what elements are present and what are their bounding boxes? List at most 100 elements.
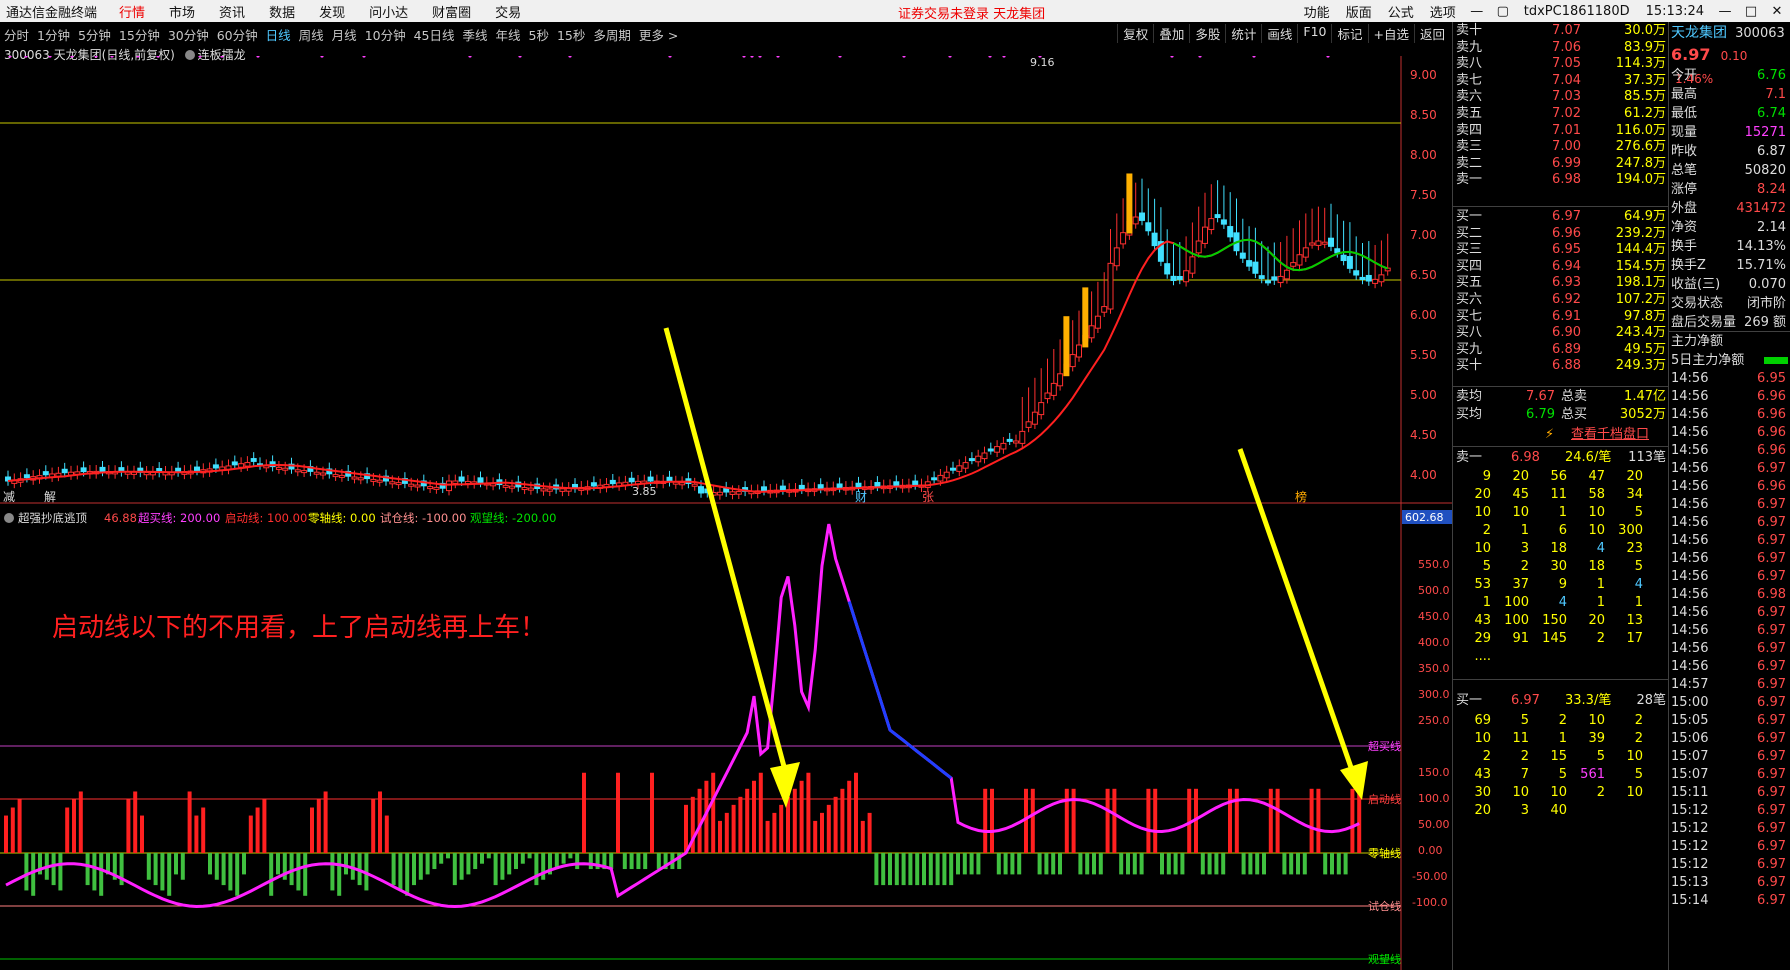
menu-banmian[interactable]: 版面 [1338,2,1380,21]
menu-zixun[interactable]: 资讯 [207,2,257,21]
candle-body [647,476,654,482]
fuquan-button[interactable]: 复权 [1117,24,1153,43]
period-daily[interactable]: 日线 [262,25,295,44]
view-depth-button[interactable]: 查看千档盘口 [1571,426,1649,444]
buy-level-row[interactable]: 买二 6.96 239.2万 [1453,225,1669,243]
buy-level-row[interactable]: 买九 6.89 49.5万 [1453,341,1669,359]
candle-body [1031,411,1038,425]
minimize-icon[interactable]: — [1464,4,1490,19]
period-quarter[interactable]: 季线 [459,25,492,44]
level-volume: 194.0万 [1615,172,1666,188]
buy-level-row[interactable]: 买七 6.91 97.8万 [1453,308,1669,326]
buy-level-row[interactable]: 买十 6.88 249.3万 [1453,357,1669,375]
arrow-line [663,327,789,775]
tick-price: 6.97 [1757,767,1786,782]
histogram-bar [1180,853,1185,875]
back-button[interactable]: 返回 [1413,24,1450,43]
sell-level-row[interactable]: 卖六 7.03 85.5万 [1453,88,1669,106]
period-30min[interactable]: 30分钟 [164,25,213,44]
histogram-bar [582,772,586,853]
period-15min[interactable]: 15分钟 [115,25,164,44]
sell-level-row[interactable]: 卖四 7.01 116.0万 [1453,122,1669,140]
restore-icon[interactable]: ▢ [1490,4,1516,19]
overlay-button[interactable]: 叠加 [1153,24,1189,43]
menu-gongneng[interactable]: 功能 [1296,2,1338,21]
f10-button[interactable]: F10 [1297,24,1331,43]
period-60min[interactable]: 60分钟 [213,25,262,44]
buy-level-row[interactable]: 买三 6.95 144.4万 [1453,241,1669,259]
menu-shichang[interactable]: 市场 [157,2,207,21]
level-volume: 83.9万 [1624,39,1666,55]
period-5s[interactable]: 5秒 [525,25,553,44]
menu-wenxiaoda[interactable]: 问小达 [357,2,420,21]
sell-level-row[interactable]: 卖八 7.05 114.3万 [1453,55,1669,73]
candle-body [540,488,547,492]
window-maximize-icon[interactable]: □ [1738,4,1764,19]
histogram-bar [1132,853,1137,875]
tick-row: 15:13 6.97 [1669,874,1790,892]
histogram-bar [833,796,838,853]
sell-level-row[interactable]: 卖十 7.07 30.0万 [1453,22,1669,40]
level-price: 7.05 [1552,56,1581,72]
period-monthly[interactable]: 月线 [328,25,361,44]
tick-price: 6.97 [1757,605,1786,620]
buy-level-row[interactable]: 买八 6.90 243.4万 [1453,324,1669,342]
menu-shuju[interactable]: 数据 [257,2,307,21]
multi-stock-button[interactable]: 多股 [1189,24,1225,43]
price-header: 6.97 0.10 1.46% [1669,44,1790,86]
queue-cell: 20 [1588,613,1605,628]
event-marker[interactable]: 财 [855,490,867,504]
line-tag: 启动线 [1368,792,1401,806]
menu-xuanxiang[interactable]: 选项 [1422,2,1464,21]
candle-body [61,468,68,474]
sell-level-row[interactable]: 卖二 6.99 247.8万 [1453,155,1669,173]
sell-level-row[interactable]: 卖七 7.04 37.3万 [1453,72,1669,90]
event-marker[interactable]: 榜 [1295,489,1307,504]
mark-button[interactable]: 标记 [1331,24,1367,43]
buy-level-row[interactable]: 买一 6.97 64.9万 [1453,208,1669,226]
indicator-toggle-icon[interactable] [4,513,14,523]
menu-gongshi[interactable]: 公式 [1380,2,1422,21]
info-label: 现量 [1671,125,1698,140]
period-weekly[interactable]: 周线 [295,25,328,44]
event-marker[interactable]: 张 [922,490,934,504]
period-45day[interactable]: 45日线 [410,25,459,44]
period-more[interactable]: 更多 > [635,25,682,44]
candle-body [1214,214,1221,219]
period-multi[interactable]: 多周期 [589,25,635,44]
window-close-icon[interactable]: ✕ [1764,4,1790,19]
menu-caifuquan[interactable]: 财富圈 [420,2,483,21]
buy-level-row[interactable]: 买六 6.92 107.2万 [1453,291,1669,309]
event-marker[interactable]: 解 [44,490,56,504]
menu-hangqing[interactable]: 行情 [107,2,157,21]
level-label: 卖七 [1456,72,1483,88]
histogram-bar [1323,853,1328,875]
menu-faxian[interactable]: 发现 [307,2,357,21]
period-1min[interactable]: 1分钟 [33,25,74,44]
sell-level-row[interactable]: 卖五 7.02 61.2万 [1453,105,1669,123]
window-minimize-icon[interactable]: — [1712,4,1738,19]
buy-level-row[interactable]: 买五 6.93 198.1万 [1453,274,1669,292]
menu-jiaoyi[interactable]: 交易 [483,2,533,21]
stats-button[interactable]: 统计 [1225,24,1261,43]
event-marker[interactable]: 减 [3,490,15,504]
tick-time: 15:07 [1671,749,1709,764]
sell-level-row[interactable]: 卖三 7.00 276.6万 [1453,138,1669,156]
indicator-name[interactable]: 超强抄底逃顶 [18,511,87,525]
view-depth-row[interactable]: ⚡ 查看千档盘口 [1453,426,1669,444]
period-year[interactable]: 年线 [492,25,525,44]
period-fenshi[interactable]: 分时 [0,25,33,44]
buy-level-row[interactable]: 买四 6.94 154.5万 [1453,258,1669,276]
info-label: 今开 [1671,68,1698,83]
draw-button[interactable]: 画线 [1261,24,1297,43]
queue-cell: 145 [1542,631,1567,646]
period-15s[interactable]: 15秒 [553,25,589,44]
sell-level-row[interactable]: 卖一 6.98 194.0万 [1453,171,1669,189]
period-10min[interactable]: 10分钟 [361,25,410,44]
add-watchlist-button[interactable]: +自选 [1367,24,1414,43]
login-warning[interactable]: 证券交易未登录 天龙集团 [898,3,1045,22]
period-5min[interactable]: 5分钟 [74,25,115,44]
indicator-tick: 450.0 [1418,610,1450,623]
sell-level-row[interactable]: 卖九 7.06 83.9万 [1453,39,1669,57]
kline-chart[interactable]: 9.00 8.50 8.00 7.50 7.00 6.50 6.00 5.50 … [0,56,1452,970]
